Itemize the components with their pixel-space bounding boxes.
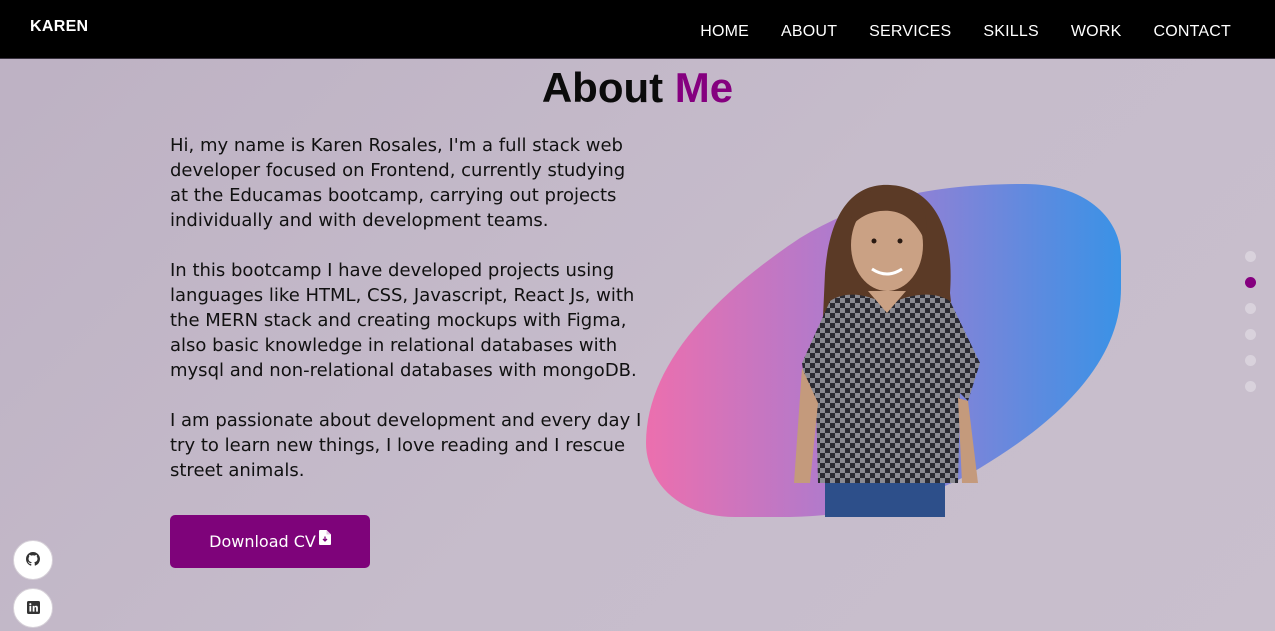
linkedin-icon xyxy=(26,599,40,618)
nav-link-work[interactable]: WORK xyxy=(1071,23,1122,41)
nav-link-skills[interactable]: SKILLS xyxy=(983,23,1038,41)
nav-link-contact[interactable]: CONTACT xyxy=(1153,23,1231,41)
section-dot-4[interactable] xyxy=(1245,329,1256,340)
download-cv-label: Download CV xyxy=(209,532,316,551)
nav-link-home[interactable]: HOME xyxy=(700,23,749,41)
navbar: KAREN HOME ABOUT SERVICES SKILLS WORK CO… xyxy=(0,0,1275,59)
about-paragraph-3: I am passionate about development and ev… xyxy=(170,410,642,481)
section-title-accent: Me xyxy=(674,64,734,111)
section-dots-nav xyxy=(1245,251,1256,407)
about-text: Hi, my name is Karen Rosales, I'm a full… xyxy=(170,133,645,508)
section-dot-2[interactable] xyxy=(1245,277,1256,288)
brand-logo[interactable]: KAREN xyxy=(30,18,88,36)
portrait-image xyxy=(790,183,985,517)
github-link[interactable] xyxy=(13,540,53,580)
section-title-main: About xyxy=(541,64,664,111)
nav-link-about[interactable]: ABOUT xyxy=(781,23,837,41)
github-icon xyxy=(26,551,40,570)
about-paragraph-1: Hi, my name is Karen Rosales, I'm a full… xyxy=(170,135,626,231)
section-dot-1[interactable] xyxy=(1245,251,1256,262)
file-download-icon xyxy=(318,530,331,545)
section-dot-5[interactable] xyxy=(1245,355,1256,366)
section-dot-6[interactable] xyxy=(1245,381,1256,392)
about-paragraph-2: In this bootcamp I have developed projec… xyxy=(170,260,637,381)
linkedin-link[interactable] xyxy=(13,588,53,628)
section-title: About Me xyxy=(0,64,1275,112)
download-cv-button[interactable]: Download CV xyxy=(170,515,370,568)
section-dot-3[interactable] xyxy=(1245,303,1256,314)
nav-link-services[interactable]: SERVICES xyxy=(869,23,951,41)
nav-links: HOME ABOUT SERVICES SKILLS WORK CONTACT xyxy=(668,23,1231,41)
